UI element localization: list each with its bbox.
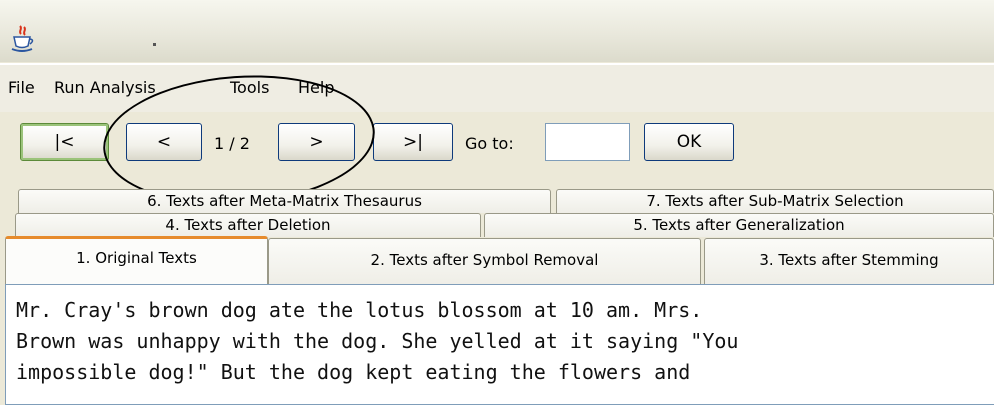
menu-help[interactable]: Help	[298, 78, 334, 97]
next-page-button[interactable]: >	[278, 123, 355, 161]
ok-button[interactable]: OK	[644, 123, 734, 161]
tab-deletion[interactable]: 4. Texts after Deletion	[15, 213, 481, 237]
navigation-toolbar: |< < 1 / 2 > >| Go to: OK	[0, 112, 994, 178]
tab-symbol-removal[interactable]: 2. Texts after Symbol Removal	[268, 238, 701, 284]
title-bar	[0, 0, 994, 62]
text-content-area[interactable]: Mr. Cray's brown dog ate the lotus bloss…	[5, 284, 994, 405]
menu-run-analysis[interactable]: Run Analysis	[54, 78, 156, 97]
first-page-button[interactable]: |<	[20, 123, 109, 161]
goto-label: Go to:	[465, 134, 514, 153]
tab-stemming[interactable]: 3. Texts after Stemming	[704, 238, 994, 284]
tab-meta-matrix-thesaurus[interactable]: 6. Texts after Meta-Matrix Thesaurus	[18, 189, 551, 213]
tab-sub-matrix-selection[interactable]: 7. Texts after Sub-Matrix Selection	[556, 189, 994, 213]
original-text-body: Mr. Cray's brown dog ate the lotus bloss…	[16, 295, 738, 388]
last-page-button[interactable]: >|	[373, 123, 453, 161]
text-line: impossible dog!" But the dog kept eating…	[16, 360, 691, 384]
text-line: Brown was unhappy with the dog. She yell…	[16, 329, 739, 353]
menu-file[interactable]: File	[8, 78, 35, 97]
text-line: Mr. Cray's brown dog ate the lotus bloss…	[16, 298, 703, 322]
page-indicator: 1 / 2	[214, 134, 250, 153]
previous-page-button[interactable]: <	[126, 123, 202, 161]
goto-input[interactable]	[545, 123, 630, 161]
tab-original-texts[interactable]: 1. Original Texts	[5, 236, 268, 286]
menu-tools[interactable]: Tools	[230, 78, 269, 97]
title-speck	[153, 43, 156, 46]
menu-bar: File Run Analysis Tools Help	[0, 63, 994, 114]
tab-generalization[interactable]: 5. Texts after Generalization	[484, 213, 994, 237]
java-cup-icon[interactable]	[10, 24, 36, 54]
